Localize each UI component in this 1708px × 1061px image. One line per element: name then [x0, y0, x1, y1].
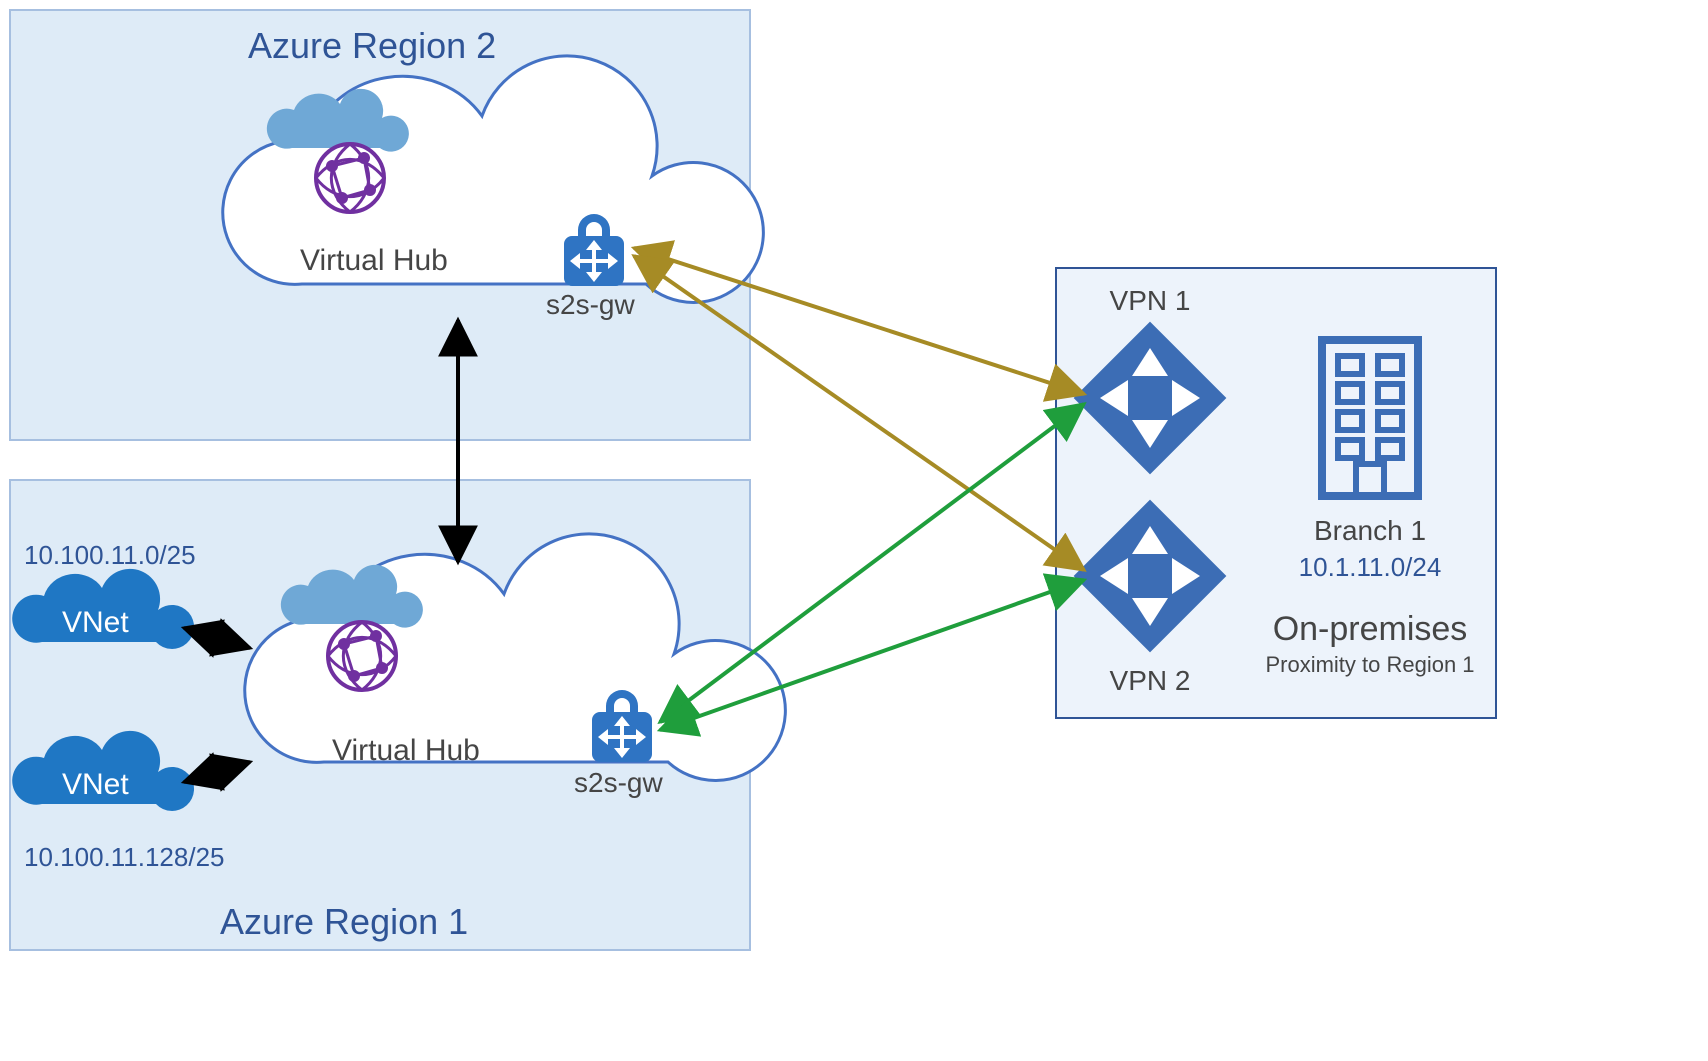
region-1-hub-label: Virtual Hub: [332, 734, 480, 767]
vnet-top-label: VNet: [62, 606, 129, 639]
vnet-bottom-cidr: 10.100.11.128/25: [24, 842, 224, 872]
branch-label: Branch 1: [1314, 515, 1426, 546]
vnet-top-cidr: 10.100.11.0/25: [24, 540, 196, 570]
region-2-hub-label: Virtual Hub: [300, 244, 448, 277]
region-2-gw-label: s2s-gw: [546, 289, 635, 320]
vpn2-label: VPN 2: [1110, 665, 1191, 696]
region-1-title: Azure Region 1: [220, 901, 468, 942]
region-1-gw-label: s2s-gw: [574, 767, 663, 798]
vpn1-label: VPN 1: [1110, 285, 1191, 316]
virtual-wan-icon: [328, 622, 396, 690]
branch-cidr: 10.1.11.0/24: [1299, 552, 1442, 582]
virtual-wan-icon: [316, 144, 384, 212]
vnet-bottom-label: VNet: [62, 768, 129, 801]
onprem-title: On-premises: [1273, 610, 1468, 648]
onprem-subtitle: Proximity to Region 1: [1265, 652, 1474, 677]
on-premises: VPN 1 VPN 2 Branch 1 10.1.11.0/24 On-pre…: [1056, 268, 1496, 718]
azure-region-2: Azure Region 2 Virtual Hub s2s-gw: [10, 10, 763, 440]
region-2-title: Azure Region 2: [248, 25, 496, 66]
